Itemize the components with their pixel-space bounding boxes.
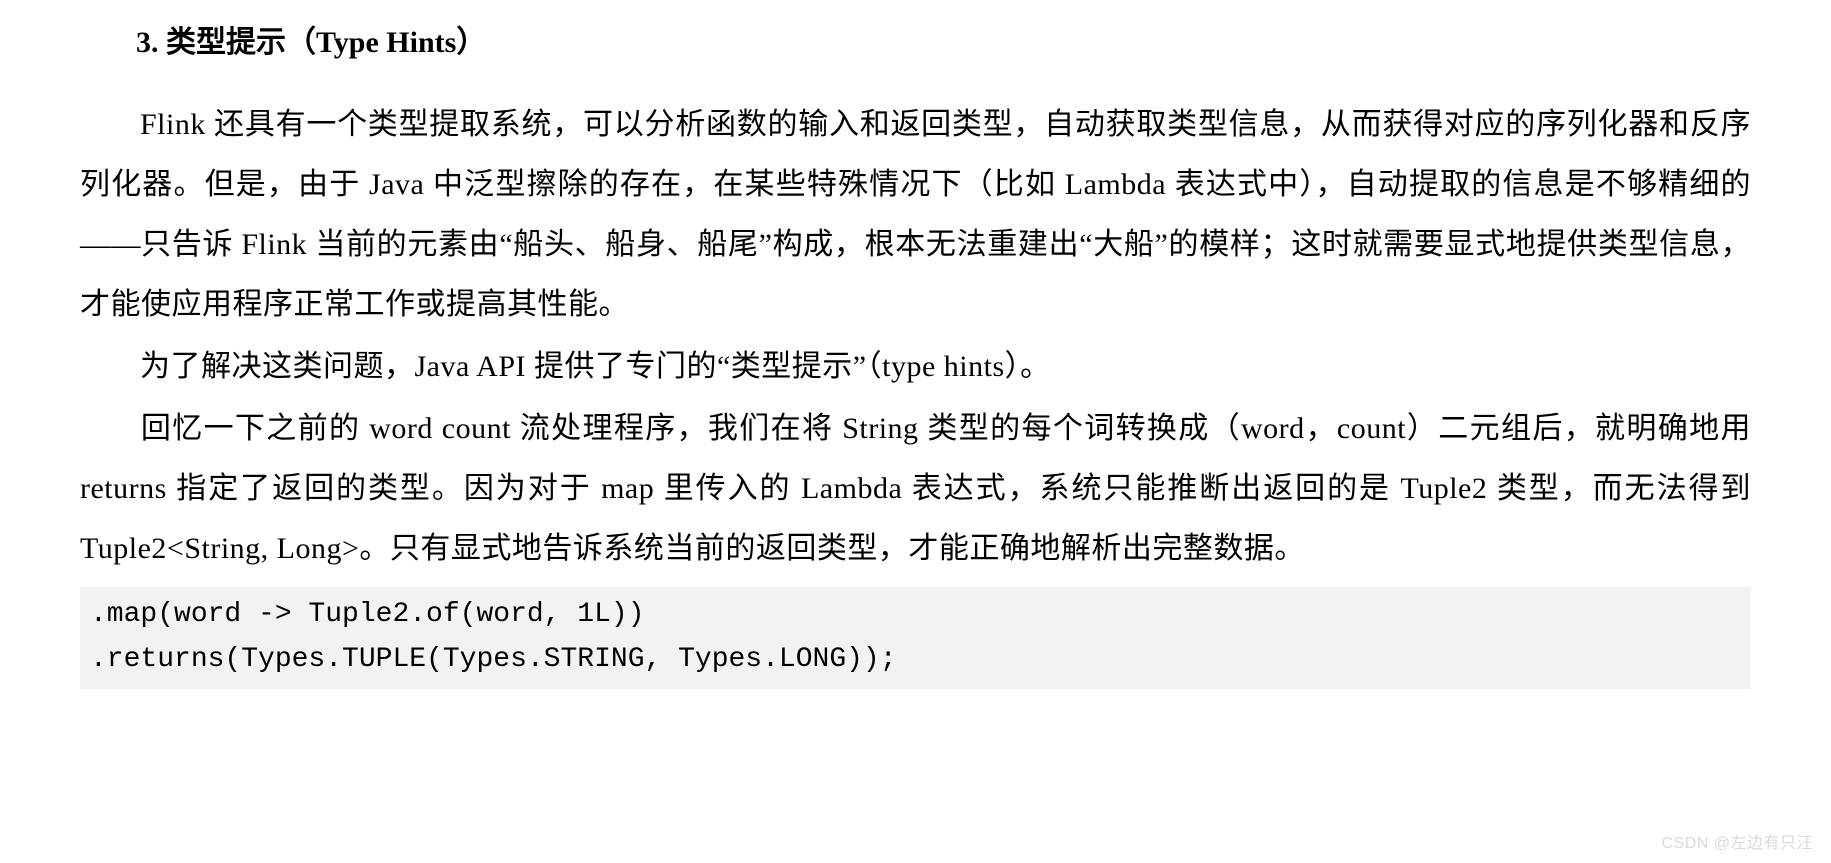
heading-title-en: Type Hints bbox=[316, 26, 456, 59]
heading-title-cn: 类型提示 bbox=[166, 26, 286, 59]
code-block: .map(word -> Tuple2.of(word, 1L)) .retur… bbox=[80, 587, 1751, 689]
paragraph-1-text: Flink 还具有一个类型提取系统，可以分析函数的输入和返回类型，自动获取类型信… bbox=[80, 108, 1751, 321]
watermark: CSDN @左边有只汪 bbox=[1661, 829, 1813, 853]
heading-number: 3. bbox=[136, 26, 159, 59]
paragraph-1: Flink 还具有一个类型提取系统，可以分析函数的输入和返回类型，自动获取类型信… bbox=[80, 95, 1751, 335]
paragraph-3-text: 回忆一下之前的 word count 流处理程序，我们在将 String 类型的… bbox=[80, 412, 1751, 565]
paragraph-2: 为了解决这类问题，Java API 提供了专门的“类型提示”（type hint… bbox=[80, 337, 1751, 397]
paragraph-3: 回忆一下之前的 word count 流处理程序，我们在将 String 类型的… bbox=[80, 399, 1751, 579]
paragraph-2-text: 为了解决这类问题，Java API 提供了专门的“类型提示”（type hint… bbox=[140, 350, 1051, 383]
section-heading: 3. 类型提示（Type Hints） bbox=[136, 20, 1751, 65]
